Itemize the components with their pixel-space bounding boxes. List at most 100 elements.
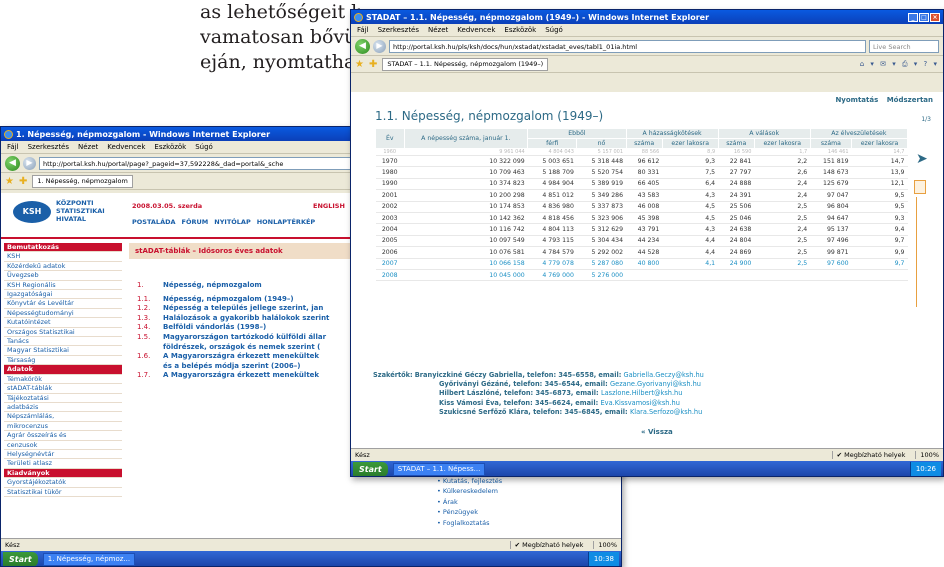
list-item-link[interactable]: Belföldi vándorlás (1998–) [163,323,266,333]
bullet-label[interactable]: Kutatás, fejlesztés [443,477,502,485]
sidebar-item[interactable]: Gyorstájékoztatók [4,478,122,488]
bullet-link[interactable]: • Árak [437,497,502,508]
sidebar-item[interactable]: KSH Regionális [4,281,122,291]
search-input[interactable]: Live Search [869,39,939,53]
expert-email-link[interactable]: Laszlone.Hilbert@ksh.hu [601,389,682,397]
nav-mailbox[interactable]: POSTALÁDA [132,218,176,226]
menu-help[interactable]: Súgó [195,143,213,151]
menu-favorites[interactable]: Kedvencek [107,143,145,151]
close-icon[interactable]: × [930,12,940,22]
expert-name: Branyiczkiné Géczy Gabriella, [414,371,525,379]
minimize-icon[interactable]: _ [908,12,918,22]
menu-favorites[interactable]: Kedvencek [457,26,495,34]
forward-button[interactable]: ▶ [373,39,386,53]
sidebar-item[interactable]: Társaság [4,356,122,366]
sidebar-item[interactable]: Helységnévtár [4,450,122,460]
list-item-link[interactable]: Magyarországon tartózkodó külföldi állar [163,333,326,343]
sidebar-item[interactable]: Agrár összeírás és [4,431,122,441]
next-page-arrow-icon[interactable]: ➤ [916,151,928,167]
list-item-link[interactable]: és a belépés módja szerint (2006–) [163,362,300,372]
methodology-link[interactable]: Módszertan [887,96,933,104]
tab-active[interactable]: STADAT – 1.1. Népesség, népmozgalom (194… [382,57,549,71]
list-item-link[interactable]: Népesség, népmozgalom (1949–) [163,295,294,305]
ksh-logo[interactable]: KSH [13,201,51,223]
expert-email-link[interactable]: Gabriella.Geczy@ksh.hu [623,371,703,379]
bullet-label[interactable]: Foglalkoztatás [443,519,490,527]
menu-file[interactable]: Fájl [357,26,369,34]
list-item-link[interactable]: A Magyarországra érkezett menekültek [163,352,319,362]
title-bar[interactable]: STADAT – 1.1. Népesség, népmozgalom (194… [351,10,943,24]
nav-forum[interactable]: FÓRUM [182,218,209,226]
menu-edit[interactable]: Szerkesztés [378,26,419,34]
bullet-label[interactable]: Pénzügyek [443,508,478,516]
scroll-up-icon[interactable] [914,180,926,194]
bullet-link[interactable]: • Pénzügyek [437,507,502,518]
tab-active[interactable]: 1. Népesség, népmozgalom [32,174,133,188]
add-favorite-icon[interactable]: ✚ [369,59,377,70]
menu-view[interactable]: Nézet [428,26,448,34]
list-item-link[interactable]: Népesség, népmozgalom [163,281,262,291]
maximize-icon[interactable]: □ [919,12,929,22]
sidebar-item[interactable]: mikrocenzus [4,422,122,432]
sidebar-item[interactable]: Területi atlasz [4,459,122,469]
english-link[interactable]: ENGLISH [313,202,345,210]
address-input[interactable]: http://portal.ksh.hu/pls/ksh/docs/hun/xs… [389,39,866,53]
back-button[interactable]: ◀ [355,38,370,54]
list-item-link[interactable]: Halálozások a gyakoribb halálokok szerin… [163,314,329,324]
start-button[interactable]: Start [3,552,38,566]
menu-help[interactable]: Súgó [545,26,563,34]
scrollbar[interactable] [916,197,926,307]
nav-sitemap[interactable]: HONLAPTÉRKÉP [257,218,315,226]
back-button[interactable]: ◀ [5,155,20,171]
zoom-level[interactable]: 100% [915,451,939,459]
sidebar-item[interactable]: Népességtudományi [4,309,122,319]
bullet-link[interactable]: • Kutatás, fejlesztés [437,476,502,487]
table-cell-year: 2006 [375,246,404,259]
sidebar-item[interactable]: Országos Statisztikai [4,328,122,338]
menu-file[interactable]: Fájl [7,143,19,151]
sidebar-item[interactable]: Közérdekű adatok [4,262,122,272]
bullet-label[interactable]: Árak [443,498,458,506]
list-item-link[interactable]: A Magyarországra érkezett menekültek [163,371,319,381]
sidebar-item[interactable]: KSH [4,252,122,262]
taskbar-item[interactable]: STADAT – 1.1. Népess... [392,463,486,476]
back-link[interactable]: « Vissza [641,428,673,436]
table-cell: 13,9 [851,166,908,179]
sidebar-item[interactable]: Népszámlálás, [4,412,122,422]
list-item-link[interactable]: földrészek, országok és nemek szerint ( [163,343,320,353]
list-item-link[interactable]: Népesség a település jellege szerint, ja… [163,304,323,314]
forward-button[interactable]: ▶ [23,156,36,170]
sidebar-item[interactable]: Könyvtár és Levéltár [4,299,122,309]
menu-view[interactable]: Nézet [78,143,98,151]
sidebar-item[interactable]: stADAT-táblák [4,384,122,394]
zoom-level[interactable]: 100% [593,541,617,549]
status-text: Kész [355,451,370,459]
nav-home[interactable]: NYITÓLAP [214,218,250,226]
expert-email-link[interactable]: Eva.Kissvamosi@ksh.hu [601,399,680,407]
start-button[interactable]: Start [353,462,388,476]
print-link[interactable]: Nyomtatás [835,96,878,104]
menu-edit[interactable]: Szerkesztés [28,143,69,151]
bullet-link[interactable]: • Foglalkoztatás [437,518,502,529]
toolbar-icons[interactable]: ⌂ ▾ ✉ ▾ ⎙ ▾ ? ▾ [860,60,939,69]
menu-tools[interactable]: Eszközök [154,143,186,151]
taskbar-item[interactable]: 1. Népesség, népmoz... [42,553,136,566]
sidebar-item[interactable]: Témakörök [4,375,122,385]
sidebar-item[interactable]: Igazgatóságai [4,290,122,300]
favorites-star-icon[interactable]: ★ [5,176,14,187]
sidebar-item[interactable]: Magyar Statisztikai [4,346,122,356]
sidebar-item[interactable]: Kutatóintézet [4,318,122,328]
sidebar-item[interactable]: Tájékoztatási [4,394,122,403]
sidebar-item[interactable]: Statisztikai tükör [4,488,122,497]
bullet-link[interactable]: • Külkereskedelem [437,486,502,497]
bullet-label[interactable]: Külkereskedelem [443,487,498,495]
sidebar-item[interactable]: adatbázis [4,403,122,413]
expert-email-link[interactable]: Gezane.Gyorivanyi@ksh.hu [610,380,701,388]
add-favorite-icon[interactable]: ✚ [19,176,27,187]
sidebar-item[interactable]: cenzusok [4,441,122,450]
sidebar-item[interactable]: Üvegzseb [4,271,122,281]
menu-tools[interactable]: Eszközök [504,26,536,34]
sidebar-item[interactable]: Tanács [4,337,122,347]
expert-email-link[interactable]: Klara.Serfozo@ksh.hu [630,408,702,416]
favorites-star-icon[interactable]: ★ [355,59,364,70]
